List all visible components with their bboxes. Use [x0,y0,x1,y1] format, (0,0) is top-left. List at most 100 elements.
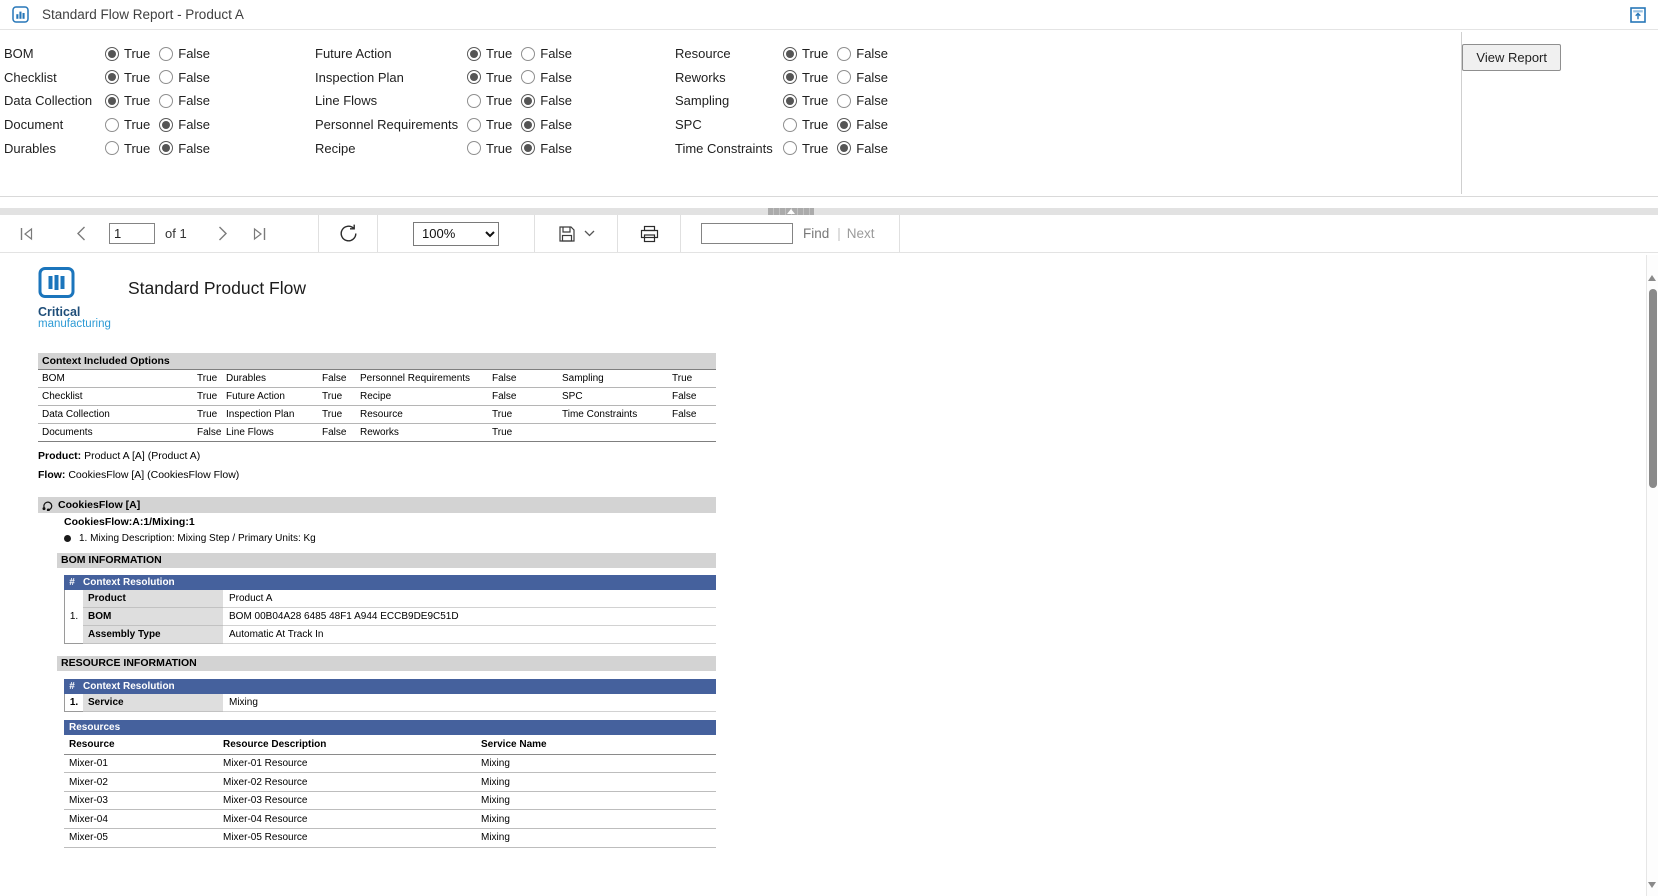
product-line: Product: Product A [A] (Product A) [38,450,200,462]
refresh-icon[interactable] [337,222,360,245]
export-window-icon[interactable] [1630,7,1646,28]
last-page-button[interactable] [251,226,268,242]
find-text-input[interactable] [701,223,793,244]
table-row: ChecklistTrue Future ActionTrue RecipeFa… [38,388,716,406]
param-row-sampling: Sampling True False [675,89,897,113]
save-export-icon[interactable] [558,225,576,243]
panel-splitter [0,208,1658,215]
radio-recipe-true[interactable]: True [467,141,512,156]
zoom-select[interactable]: 100% [413,222,499,246]
report-page: Critical manufacturing Standard Product … [0,254,1646,896]
find-next-divider: | [837,226,841,241]
param-row-resource: Resource True False [675,42,897,66]
table-row: Mixer-05 Mixer-05 Resource Mixing [64,829,716,848]
page-number-input[interactable] [109,223,155,244]
radio-future-action-true[interactable]: True [467,46,512,61]
vertical-scrollbar[interactable] [1646,255,1658,896]
radio-resource-false[interactable]: False [837,46,888,61]
param-row-personnel-requirements: Personnel Requirements True False [315,113,581,137]
scrollbar-down-arrow-icon[interactable] [1648,882,1656,888]
radio-sampling-false[interactable]: False [837,93,888,108]
flow-section-bar: CookiesFlow [A] [38,497,716,513]
resources-table: Resource Resource Description Service Na… [64,736,716,848]
logo-bars-icon [38,267,75,299]
spacer [0,197,1658,208]
radio-time-constraints-false[interactable]: False [837,141,888,156]
radio-durables-false[interactable]: False [159,141,210,156]
zoom-group: 100% [378,215,534,252]
find-next-link[interactable]: Next [847,226,875,241]
flow-icon [42,500,53,511]
flow-section-title: CookiesFlow [A] [58,499,140,511]
radio-bom-true[interactable]: True [105,46,150,61]
radio-future-action-false[interactable]: False [521,46,572,61]
flow-line: Flow: CookiesFlow [A] (CookiesFlow Flow) [38,469,239,481]
previous-page-button[interactable] [75,225,87,242]
radio-spc-false[interactable]: False [837,117,888,132]
table-row: Data CollectionTrue Inspection PlanTrue … [38,406,716,424]
radio-line-flows-false[interactable]: False [521,93,572,108]
radio-personnel-requirements-false[interactable]: False [521,117,572,132]
resource-row-number: 1. [65,694,83,712]
radio-document-false[interactable]: False [159,117,210,132]
step-path: CookiesFlow:A:1/Mixing:1 [64,516,195,528]
table-row: Mixer-01 Mixer-01 Resource Mixing [64,755,716,774]
radio-resource-true[interactable]: True [783,46,828,61]
radio-checklist-false[interactable]: False [159,70,210,85]
table-row: BOMTrue DurablesFalse Personnel Requirem… [38,370,716,388]
param-row-line-flows: Line Flows True False [315,89,581,113]
param-row-bom: BOM True False [4,42,219,66]
radio-checklist-true[interactable]: True [105,70,150,85]
resource-information-header: RESOURCE INFORMATION [57,656,716,671]
save-group [535,215,617,252]
title-bar: Standard Flow Report - Product A [0,0,1658,30]
radio-personnel-requirements-true[interactable]: True [467,117,512,132]
print-icon[interactable] [640,225,659,243]
page-count-label: of 1 [165,226,187,241]
scrollbar-thumb[interactable] [1649,289,1657,488]
next-page-button[interactable] [217,225,229,242]
param-row-recipe: Recipe True False [315,136,581,160]
parameters-column-2: Future Action True False Inspection Plan… [315,42,581,160]
radio-bom-false[interactable]: False [159,46,210,61]
find-link[interactable]: Find [803,226,829,241]
radio-spc-true[interactable]: True [783,117,828,132]
param-row-data-collection: Data Collection True False [4,89,219,113]
radio-data-collection-true[interactable]: True [105,93,150,108]
step-bullet-icon [64,535,71,542]
radio-inspection-plan-false[interactable]: False [521,70,572,85]
splitter-collapse-handle[interactable] [768,208,814,215]
report-title: Standard Product Flow [128,278,306,299]
radio-inspection-plan-true[interactable]: True [467,70,512,85]
find-group: Find | Next [681,215,899,252]
table-row: Mixer-02 Mixer-02 Resource Mixing [64,773,716,792]
print-group [618,215,680,252]
scrollbar-up-arrow-icon[interactable] [1648,275,1656,281]
bom-row-number: 1. [65,590,83,644]
param-row-reworks: Reworks True False [675,66,897,90]
param-row-future-action: Future Action True False [315,42,581,66]
critical-manufacturing-logo: Critical manufacturing [38,267,124,330]
resources-header-bar: Resources [64,720,716,735]
first-page-button[interactable] [18,226,35,242]
view-report-button[interactable]: View Report [1462,44,1561,71]
save-dropdown-chevron-icon[interactable] [584,230,595,237]
table-row: Mixer-03 Mixer-03 Resource Mixing [64,792,716,811]
resource-context-table: 1. Service Mixing [64,694,716,712]
page-title: Standard Flow Report - Product A [42,7,244,22]
table-row: DocumentsFalse Line FlowsFalse ReworksTr… [38,424,716,442]
bom-information-header: BOM INFORMATION [57,553,716,568]
radio-sampling-true[interactable]: True [783,93,828,108]
radio-durables-true[interactable]: True [105,141,150,156]
radio-data-collection-false[interactable]: False [159,93,210,108]
radio-time-constraints-true[interactable]: True [783,141,828,156]
radio-line-flows-true[interactable]: True [467,93,512,108]
radio-reworks-false[interactable]: False [837,70,888,85]
page-navigation-group: of 1 [0,215,318,252]
radio-recipe-false[interactable]: False [521,141,572,156]
table-row: Mixer-04 Mixer-04 Resource Mixing [64,810,716,829]
radio-document-true[interactable]: True [105,117,150,132]
radio-reworks-true[interactable]: True [783,70,828,85]
param-row-inspection-plan: Inspection Plan True False [315,66,581,90]
param-row-time-constraints: Time Constraints True False [675,136,897,160]
